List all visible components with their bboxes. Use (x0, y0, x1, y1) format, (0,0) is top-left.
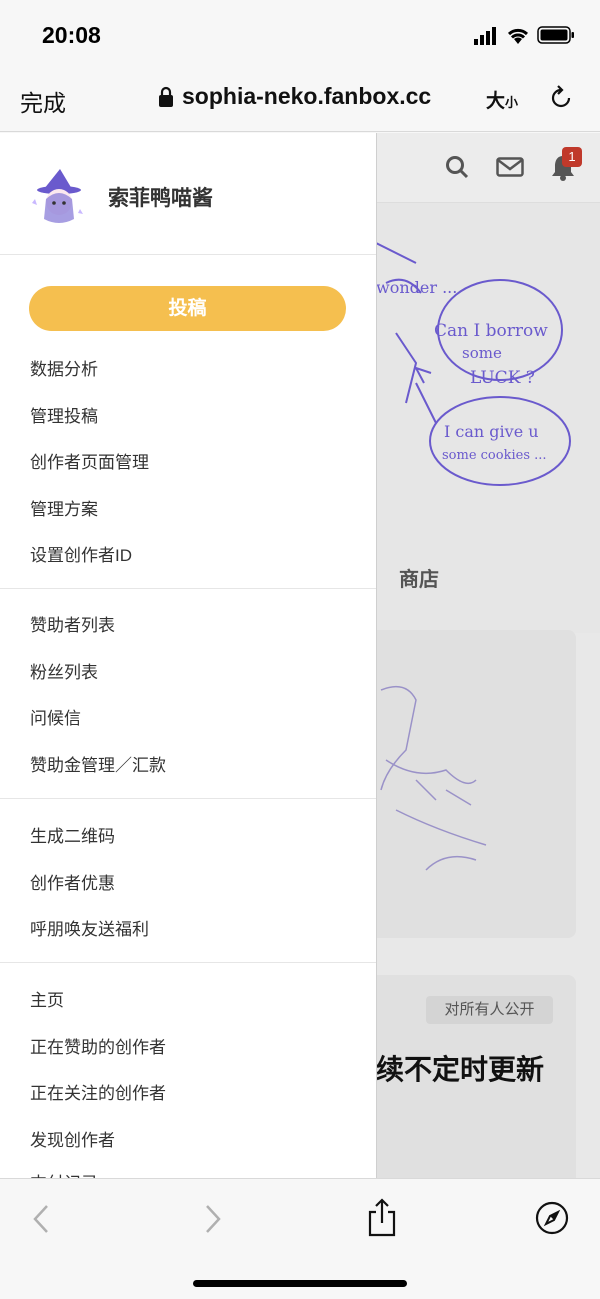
mail-icon (496, 157, 524, 177)
address-bar: 完成 sophia-neko.fanbox.cc 大小 (0, 66, 600, 132)
menu-item-supporters[interactable]: 赞助者列表 (30, 611, 115, 636)
svg-text:LUCK ?: LUCK ? (470, 368, 535, 388)
home-indicator (193, 1280, 407, 1287)
menu-item-payouts[interactable]: 赞助金管理／汇款 (30, 751, 166, 776)
text-size-big: 大 (486, 91, 506, 112)
menu-item-creator-id[interactable]: 设置创作者ID (30, 541, 132, 566)
menu-item-greetings[interactable]: 问候信 (30, 704, 81, 729)
visibility-badge: 对所有人公开 (426, 996, 553, 1024)
back-icon[interactable] (31, 1203, 51, 1235)
compass-icon[interactable] (535, 1201, 569, 1235)
profile-header[interactable]: 索菲鸭喵酱 (0, 133, 376, 255)
tab-shop: 商店 (399, 569, 439, 591)
done-button[interactable]: 完成 (20, 84, 66, 118)
post-title: 续不定时更新 (376, 1054, 545, 1085)
svg-text:some cookies ...: some cookies ... (442, 448, 547, 463)
menu-item-creator-page[interactable]: 创作者页面管理 (30, 448, 149, 473)
menu-item-supporting[interactable]: 正在赞助的创作者 (30, 1033, 166, 1058)
post-card-image (376, 630, 576, 938)
status-time: 20:08 (42, 22, 101, 48)
menu-item-analytics[interactable]: 数据分析 (30, 355, 98, 380)
menu-item-manage-plans[interactable]: 管理方案 (30, 495, 98, 520)
search-icon (446, 156, 469, 179)
battery-icon (537, 26, 574, 44)
menu-item-qr-code[interactable]: 生成二维码 (30, 822, 115, 847)
svg-text:I can give u: I can give u (444, 422, 539, 441)
svg-text:wonder ...: wonder ... (376, 278, 457, 297)
text-size-small: 小 (505, 95, 519, 110)
menu-item-payment-history[interactable]: 支付记录 (30, 1169, 98, 1178)
divider (0, 588, 376, 589)
cellular-signal-icon (474, 27, 496, 45)
menu-item-following[interactable]: 正在关注的创作者 (30, 1079, 166, 1104)
text-size-button[interactable]: 大小 (486, 86, 518, 113)
lock-icon (159, 86, 173, 107)
svg-text:some: some (462, 344, 502, 362)
divider (0, 962, 376, 963)
forward-icon[interactable] (203, 1203, 223, 1235)
sketch-illustration (380, 685, 487, 871)
divider (0, 798, 376, 799)
reload-icon[interactable] (547, 84, 575, 112)
profile-name: 索菲鸭喵酱 (108, 187, 213, 210)
url-text[interactable]: sophia-neko.fanbox.cc (182, 83, 431, 110)
menu-item-discover[interactable]: 发现创作者 (30, 1126, 115, 1151)
avatar (32, 169, 83, 223)
side-drawer: 索菲鸭喵酱 投稿 数据分析 管理投稿 创作者页面管理 管理方案 设置创作者ID … (0, 133, 377, 1178)
wifi-icon (507, 28, 529, 44)
share-icon[interactable] (366, 1197, 398, 1237)
svg-text:Can I borrow: Can I borrow (434, 321, 548, 341)
menu-item-invite[interactable]: 呼朋唤友送福利 (30, 915, 149, 940)
status-bar: 20:08 (0, 0, 600, 66)
menu-item-manage-posts[interactable]: 管理投稿 (30, 402, 98, 427)
menu-item-home[interactable]: 主页 (30, 986, 64, 1011)
post-button[interactable]: 投稿 (29, 286, 346, 331)
menu-item-followers[interactable]: 粉丝列表 (30, 658, 98, 683)
menu-item-creator-perks[interactable]: 创作者优惠 (30, 869, 115, 894)
notification-badge: 1 (562, 147, 582, 167)
